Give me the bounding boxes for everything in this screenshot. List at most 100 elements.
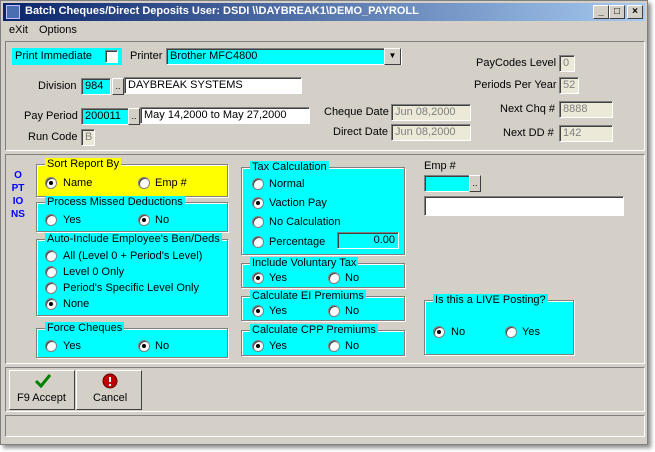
sort-report-group: Sort Report By Name Emp # (36, 158, 228, 197)
menu-exit[interactable]: eXit (9, 24, 28, 36)
voluntary-tax-group: Include Voluntary Tax Yes No (241, 257, 405, 288)
printer-select[interactable]: Brother MFC4800 (166, 48, 402, 65)
process-missed-title: Process Missed Deductions (45, 196, 185, 208)
checkmark-icon (35, 374, 51, 388)
accept-button[interactable]: F9 Accept (9, 370, 75, 410)
division-label: Division (38, 80, 77, 92)
sort-report-title: Sort Report By (45, 158, 122, 170)
voluntary-tax-no-label: No (345, 272, 360, 284)
pay-period-label: Pay Period (24, 110, 78, 122)
auto-include-none-label: None (63, 298, 90, 310)
division-code-field[interactable]: 984 (81, 78, 111, 95)
run-code-field[interactable]: B (81, 129, 95, 146)
process-missed-yes-radio[interactable] (45, 214, 57, 226)
tax-normal-radio[interactable] (252, 178, 264, 190)
cpp-premiums-title: Calculate CPP Premiums (250, 324, 378, 336)
force-cheques-no-label: No (155, 340, 170, 352)
periods-per-year-field[interactable]: 52 (559, 77, 579, 94)
button-bar: F9 Accept Cancel (5, 367, 645, 412)
cpp-yes-label: Yes (269, 340, 287, 352)
title-bar: Batch Cheques/Direct Deposits User: DSDI… (3, 3, 645, 21)
live-posting-yes-label: Yes (522, 326, 540, 338)
pay-period-lookup-button[interactable]: .. (128, 108, 140, 125)
cpp-premiums-group: Calculate CPP Premiums Yes No (241, 324, 405, 356)
force-cheques-yes-radio[interactable] (45, 340, 57, 352)
tax-no-calc-label: No Calculation (269, 216, 341, 228)
next-dd-field[interactable]: 142 (559, 125, 613, 142)
periods-per-year-label: Periods Per Year (474, 79, 557, 91)
pay-period-range-field: May 14,2000 to May 27,2000 (140, 107, 310, 124)
force-cheques-group: Force Cheques Yes No (36, 322, 228, 358)
minimize-button[interactable]: _ (593, 5, 609, 19)
print-immediate-checkbox[interactable] (105, 50, 118, 63)
chevron-down-icon[interactable]: ▼ (384, 48, 401, 65)
tax-percentage-radio[interactable] (252, 236, 264, 248)
sort-name-radio[interactable] (45, 177, 57, 189)
options-panel: OPTIONS Sort Report By Name Emp # Proces… (5, 154, 645, 364)
tax-vacation-radio[interactable] (252, 197, 264, 209)
cheque-date-field[interactable]: Jun 08,2000 (391, 104, 471, 121)
direct-date-field[interactable]: Jun 08,2000 (391, 124, 471, 141)
tax-normal-label: Normal (269, 178, 305, 190)
sort-emp-radio[interactable] (138, 177, 150, 189)
voluntary-tax-yes-radio[interactable] (252, 272, 264, 284)
cpp-yes-radio[interactable] (252, 340, 264, 352)
close-button[interactable]: × (627, 5, 643, 19)
auto-include-all-radio[interactable] (45, 250, 57, 262)
printer-label: Printer (130, 50, 163, 62)
ei-no-radio[interactable] (328, 305, 340, 317)
live-posting-yes-radio[interactable] (505, 326, 517, 338)
paycodes-level-field[interactable]: 0 (559, 55, 575, 72)
status-bar (5, 415, 645, 437)
live-posting-group: Is this a LIVE Posting? No Yes (424, 294, 574, 355)
options-side-label: OPTIONS (11, 170, 25, 220)
next-chq-label: Next Chq # (500, 103, 556, 115)
cpp-no-radio[interactable] (328, 340, 340, 352)
cancel-button-label: Cancel (93, 392, 128, 404)
sort-name-label: Name (63, 177, 93, 189)
pay-period-code-field[interactable]: 200011 (81, 108, 129, 125)
tax-vacation-label: Vaction Pay (269, 197, 327, 209)
sort-emp-label: Emp # (155, 177, 187, 189)
tax-percentage-field[interactable]: 0.00 (337, 232, 399, 249)
voluntary-tax-yes-label: Yes (269, 272, 287, 284)
cancel-icon (102, 373, 118, 389)
auto-include-group: Auto-Include Employee's Ben/Deds All (Le… (36, 233, 228, 316)
process-missed-no-label: No (155, 214, 170, 226)
ei-no-label: No (345, 305, 360, 317)
tax-percentage-label: Percentage (269, 236, 326, 248)
process-missed-no-radio[interactable] (138, 214, 150, 226)
run-code-label: Run Code (28, 131, 78, 143)
tax-calculation-title: Tax Calculation (250, 161, 329, 173)
emp-name-field (424, 196, 624, 216)
emp-lookup-button[interactable]: .. (469, 175, 481, 192)
accept-button-label: F9 Accept (17, 392, 66, 404)
auto-include-level0-label: Level 0 Only (63, 266, 125, 278)
ei-premiums-title: Calculate EI Premiums (250, 290, 366, 302)
auto-include-level0-radio[interactable] (45, 266, 57, 278)
direct-date-label: Direct Date (333, 126, 389, 138)
voluntary-tax-no-radio[interactable] (328, 272, 340, 284)
force-cheques-title: Force Cheques (45, 322, 125, 334)
voluntary-tax-title: Include Voluntary Tax (250, 257, 359, 269)
ei-premiums-group: Calculate EI Premiums Yes No (241, 290, 405, 321)
next-chq-field[interactable]: 8888 (559, 101, 613, 118)
tax-no-calc-radio[interactable] (252, 216, 264, 228)
division-name-field: DAYBREAK SYSTEMS (124, 77, 302, 94)
live-posting-no-radio[interactable] (433, 326, 445, 338)
auto-include-title: Auto-Include Employee's Ben/Deds (45, 233, 222, 245)
cpp-no-label: No (345, 340, 360, 352)
menu-options[interactable]: Options (39, 24, 77, 36)
batch-cheques-window: Batch Cheques/Direct Deposits User: DSDI… (0, 0, 648, 445)
force-cheques-yes-label: Yes (63, 340, 81, 352)
auto-include-none-radio[interactable] (45, 298, 57, 310)
ei-yes-radio[interactable] (252, 305, 264, 317)
maximize-button[interactable]: □ (609, 5, 625, 19)
emp-number-field[interactable] (424, 175, 470, 192)
header-panel: Print Immediate Printer Brother MFC4800 … (5, 41, 645, 151)
cancel-button[interactable]: Cancel (76, 370, 142, 410)
division-lookup-button[interactable]: .. (112, 78, 124, 95)
emp-number-label: Emp # (424, 160, 456, 172)
force-cheques-no-radio[interactable] (138, 340, 150, 352)
auto-include-period-radio[interactable] (45, 282, 57, 294)
